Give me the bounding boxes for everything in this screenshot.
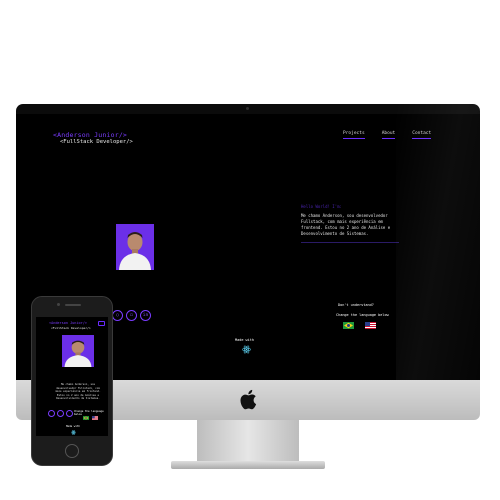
instagram-icon[interactable]: ◻	[126, 310, 137, 321]
about-section: Hello World! I'm: Me chamo Anderson, sou…	[301, 204, 399, 243]
home-button[interactable]	[65, 444, 79, 458]
imac-stand-base	[171, 461, 325, 469]
hamburger-menu-icon[interactable]	[98, 321, 105, 326]
github-icon[interactable]: ◯	[112, 310, 123, 321]
mobile-brand-role: <FullStack Developer/>	[51, 326, 91, 330]
us-flag-icon[interactable]	[92, 416, 98, 420]
profile-photo	[116, 224, 154, 270]
imac-stand	[197, 420, 299, 462]
iphone-device: <Anderson Junior/> <FullStack Developer/…	[31, 296, 113, 466]
change-language-label: Change the language below	[336, 313, 389, 317]
apple-logo-icon	[240, 389, 257, 410]
social-links: ◯ ◻ in	[112, 310, 151, 321]
mobile-language-flags	[83, 416, 98, 420]
brand-name[interactable]: <Anderson Junior/>	[53, 131, 127, 139]
phone-camera	[57, 303, 60, 306]
linkedin-icon[interactable]	[66, 410, 73, 417]
nav-about[interactable]: About	[381, 131, 396, 139]
brazil-flag-icon[interactable]	[83, 416, 89, 420]
phone-speaker	[65, 304, 81, 306]
mobile-screen: <Anderson Junior/> <FullStack Developer/…	[36, 317, 108, 436]
made-with-label: Made with	[235, 338, 254, 342]
linkedin-icon[interactable]: in	[140, 310, 151, 321]
mobile-profile-photo	[62, 335, 94, 367]
mobile-brand-name[interactable]: <Anderson Junior/>	[49, 321, 87, 325]
mobile-about-text: Me chamo Anderson, sou desenvolvedor Ful…	[55, 383, 101, 401]
screen-glare	[396, 104, 480, 380]
react-icon	[71, 430, 76, 435]
mobile-social-links	[48, 410, 73, 417]
us-flag-icon[interactable]	[365, 322, 376, 329]
about-text: Me chamo Anderson, sou desenvolvedor Ful…	[301, 213, 399, 243]
github-icon[interactable]	[48, 410, 55, 417]
brand-role: <FullStack Developer/>	[60, 139, 133, 145]
nav-projects[interactable]: Projects	[343, 131, 365, 139]
language-flags	[343, 322, 376, 329]
instagram-icon[interactable]	[57, 410, 64, 417]
react-icon	[242, 345, 251, 354]
understand-prompt: Don't understand?	[338, 303, 374, 307]
about-greeting: Hello World! I'm:	[301, 204, 342, 209]
brazil-flag-icon[interactable]	[343, 322, 354, 329]
imac-camera	[246, 107, 249, 110]
mobile-made-with-label: Made with	[66, 425, 81, 428]
